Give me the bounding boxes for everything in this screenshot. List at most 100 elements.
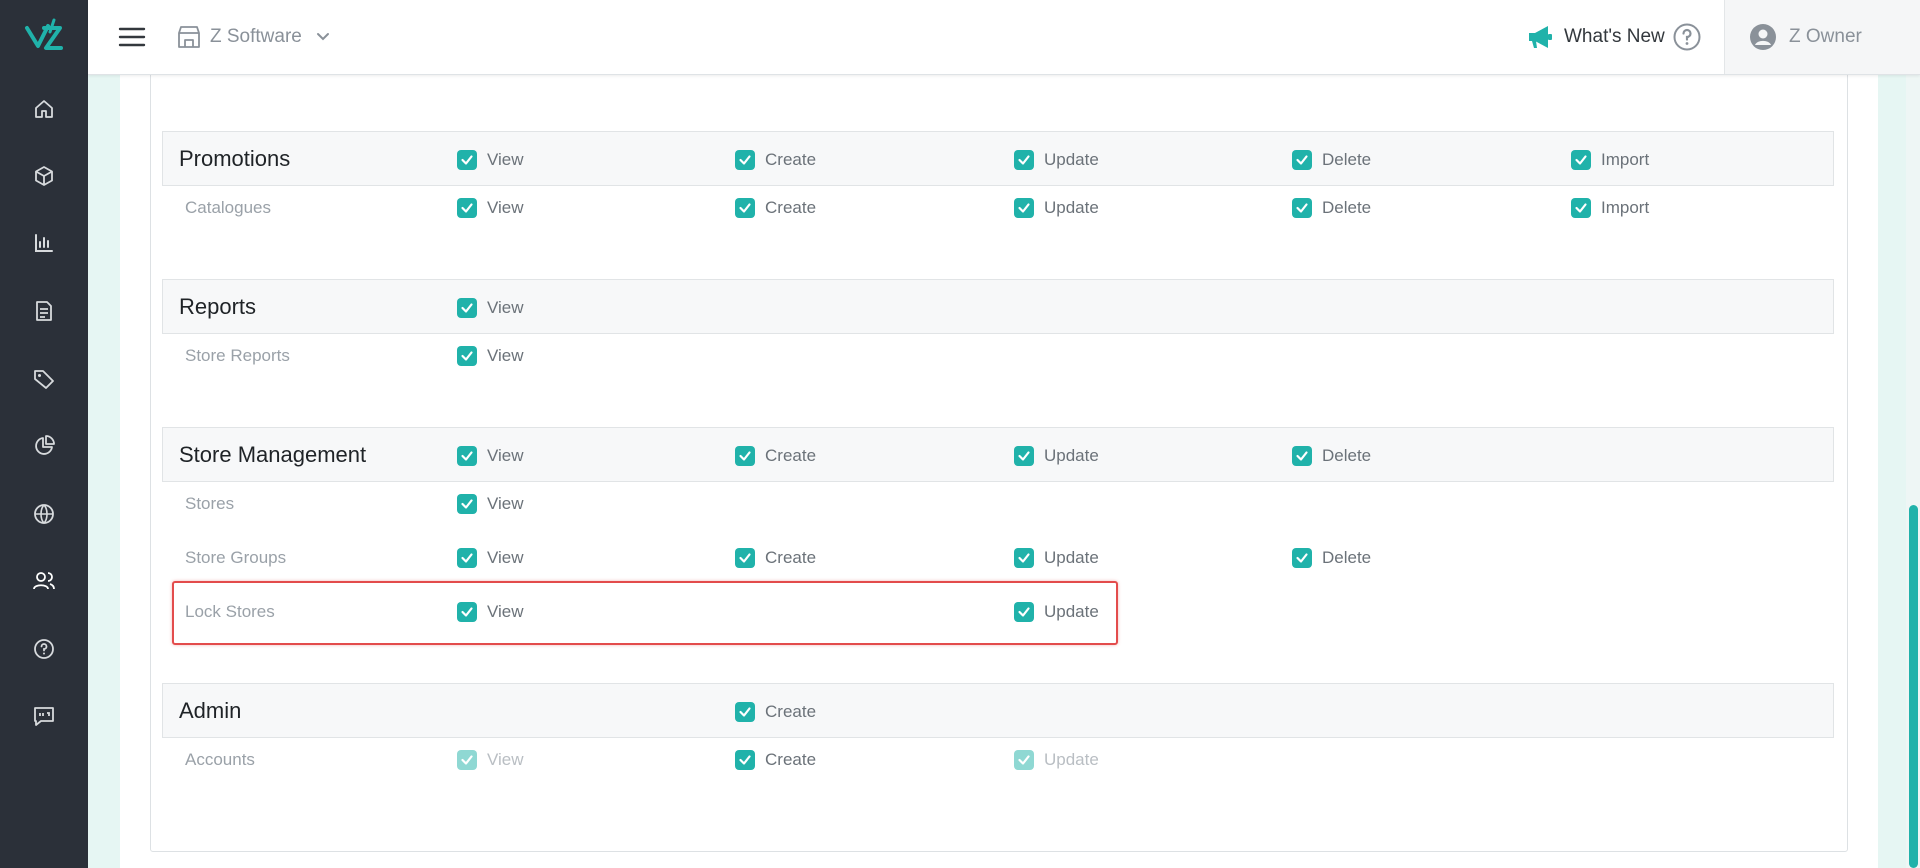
store-management-delete-checkbox[interactable]: Delete — [1292, 446, 1371, 466]
store-groups-create-checkbox[interactable]: Create — [735, 548, 816, 568]
logo[interactable] — [24, 16, 64, 56]
help-button[interactable] — [1672, 22, 1702, 52]
checkbox-label: Update — [1044, 150, 1099, 169]
help-circle-icon — [34, 639, 54, 659]
lock-stores-update-checkbox[interactable]: Update — [1014, 602, 1099, 622]
sub-label-lock-stores: Lock Stores — [185, 602, 275, 621]
checkbox-checked-icon — [735, 702, 755, 722]
checkbox-checked-icon — [457, 548, 477, 568]
promotions-update-checkbox[interactable]: Update — [1014, 150, 1099, 170]
sidebar-item-reports[interactable] — [26, 293, 62, 329]
store-reports-view-checkbox[interactable]: View — [457, 346, 524, 366]
lock-stores-view-checkbox[interactable]: View — [457, 602, 524, 622]
checkbox-label: Create — [765, 446, 817, 465]
catalogues-view-checkbox[interactable]: View — [457, 198, 524, 218]
checkbox-checked-icon — [735, 198, 755, 218]
checkbox-checked-icon — [457, 346, 477, 366]
checkbox-label: Delete — [1322, 198, 1372, 217]
group-title: Promotions — [179, 146, 291, 171]
users-icon — [33, 572, 55, 590]
accounts-update-checkbox[interactable]: Update — [1014, 750, 1099, 770]
checkbox-checked-icon — [457, 446, 477, 466]
checkbox-label: Create — [765, 750, 817, 769]
checkbox-label: Delete — [1322, 548, 1372, 567]
sub-label-catalogues: Catalogues — [185, 198, 272, 217]
checkbox-checked-icon — [735, 750, 755, 770]
checkbox-checked-icon — [1571, 150, 1591, 170]
checkbox-checked-icon — [1014, 548, 1034, 568]
logo-icon — [25, 18, 63, 50]
sidebar — [0, 0, 88, 868]
sidebar-item-analytics[interactable] — [26, 225, 62, 261]
checkbox-label: Create — [765, 548, 817, 567]
catalogues-import-checkbox[interactable]: Import — [1571, 198, 1649, 218]
pie-chart-icon — [35, 435, 55, 455]
sidebar-item-feedback[interactable] — [26, 698, 62, 734]
sub-label-store-reports: Store Reports — [185, 346, 290, 365]
sub-label-accounts: Accounts — [185, 750, 255, 769]
group-title: Store Management — [179, 442, 367, 467]
checkbox-checked-icon — [1292, 198, 1312, 218]
sidebar-item-users[interactable] — [26, 563, 62, 599]
promotions-import-checkbox[interactable]: Import — [1571, 150, 1649, 170]
sidebar-item-promotions[interactable] — [26, 361, 62, 397]
checkbox-label: Create — [765, 150, 817, 169]
checkbox-label: View — [487, 750, 524, 769]
megaphone-icon — [1529, 26, 1552, 48]
store-management-create-checkbox[interactable]: Create — [735, 446, 816, 466]
checkbox-label: View — [487, 548, 524, 567]
sidebar-item-products[interactable] — [26, 158, 62, 194]
checkbox-checked-icon — [1014, 602, 1034, 622]
checkbox-checked-icon — [1014, 198, 1034, 218]
globe-icon — [34, 504, 54, 525]
checkbox-label: View — [487, 602, 524, 621]
checkbox-label: Update — [1044, 548, 1099, 567]
group-header-admin: Admin — [162, 683, 1834, 738]
store-selector[interactable]: Z Software — [176, 22, 330, 52]
catalogues-delete-checkbox[interactable]: Delete — [1292, 198, 1371, 218]
menu-toggle-button[interactable] — [118, 25, 146, 49]
group-title: Reports — [179, 294, 257, 319]
store-management-update-checkbox[interactable]: Update — [1014, 446, 1099, 466]
sidebar-item-help[interactable] — [26, 631, 62, 667]
checkbox-checked-icon — [735, 548, 755, 568]
store-icon — [178, 26, 200, 48]
sidebar-item-web[interactable] — [26, 496, 62, 532]
checkbox-checked-icon — [457, 750, 477, 770]
catalogues-create-checkbox[interactable]: Create — [735, 198, 816, 218]
checkbox-checked-icon — [1571, 198, 1591, 218]
store-groups-update-checkbox[interactable]: Update — [1014, 548, 1099, 568]
checkbox-label: Delete — [1322, 446, 1372, 465]
promotions-delete-checkbox[interactable]: Delete — [1292, 150, 1371, 170]
checkbox-label: Create — [765, 198, 817, 217]
checkbox-label: Create — [765, 702, 817, 721]
checkbox-checked-icon — [735, 446, 755, 466]
reports-view-checkbox[interactable]: View — [457, 298, 524, 318]
checkbox-checked-icon — [1014, 750, 1034, 770]
checkbox-label: View — [487, 494, 524, 513]
admin-create-checkbox[interactable]: Create — [735, 702, 816, 722]
store-management-view-checkbox[interactable]: View — [457, 446, 524, 466]
stores-view-checkbox[interactable]: View — [457, 494, 524, 514]
user-menu[interactable]: Z Owner — [1724, 0, 1920, 74]
sidebar-item-insights[interactable] — [26, 428, 62, 464]
sidebar-item-home[interactable] — [26, 91, 62, 127]
checkbox-label: Delete — [1322, 150, 1372, 169]
accounts-create-checkbox[interactable]: Create — [735, 750, 816, 770]
whats-new-button[interactable]: What's New — [1526, 20, 1665, 54]
catalogues-update-checkbox[interactable]: Update — [1014, 198, 1099, 218]
promotions-view-checkbox[interactable]: View — [457, 150, 524, 170]
accounts-view-checkbox[interactable]: View — [457, 750, 524, 770]
checkbox-checked-icon — [1014, 446, 1034, 466]
scrollbar-thumb[interactable] — [1909, 505, 1918, 868]
checkbox-checked-icon — [1292, 446, 1312, 466]
user-name: Z Owner — [1789, 26, 1862, 47]
checkbox-label: Import — [1601, 198, 1650, 217]
promotions-create-checkbox[interactable]: Create — [735, 150, 816, 170]
checkbox-checked-icon — [735, 150, 755, 170]
store-groups-delete-checkbox[interactable]: Delete — [1292, 548, 1371, 568]
checkbox-label: View — [487, 346, 524, 365]
sub-label-stores: Stores — [185, 494, 235, 513]
box-icon — [35, 166, 53, 186]
store-groups-view-checkbox[interactable]: View — [457, 548, 524, 568]
